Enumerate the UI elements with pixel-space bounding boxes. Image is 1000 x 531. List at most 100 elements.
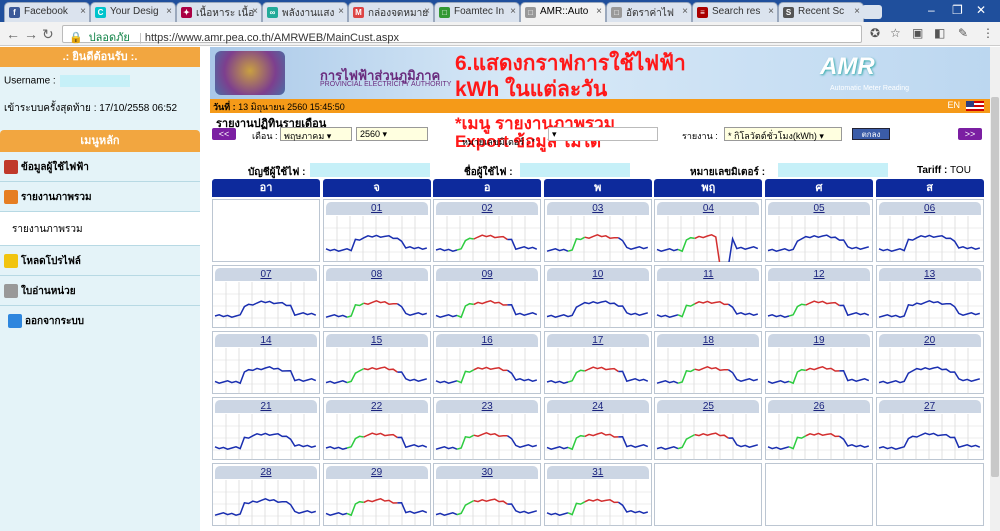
sidebar-item[interactable]: โหลดโปรไฟล์ xyxy=(0,246,200,276)
day-number-link[interactable]: 05 xyxy=(768,202,870,215)
calendar-day-cell[interactable]: 26 xyxy=(765,397,873,460)
extension-icon[interactable]: ◧ xyxy=(934,26,945,40)
close-tab-icon[interactable]: × xyxy=(338,6,344,17)
day-number-link[interactable]: 08 xyxy=(325,268,428,281)
browser-tab[interactable]: □ อัตราค่าไฟ × xyxy=(606,2,692,22)
calendar-day-cell[interactable]: 11 xyxy=(654,265,763,328)
close-tab-icon[interactable]: × xyxy=(424,6,430,17)
scrollbar[interactable] xyxy=(990,47,1000,531)
calendar-day-cell[interactable]: 19 xyxy=(765,331,873,394)
day-number-link[interactable]: 24 xyxy=(546,400,649,413)
close-tab-icon[interactable]: × xyxy=(682,6,688,17)
report-type-select[interactable]: * กิโลวัตต์ชั่วโมง(kWh) ▾ xyxy=(724,127,842,141)
maximize-icon[interactable]: ❐ xyxy=(952,3,963,17)
day-number-link[interactable]: 31 xyxy=(546,466,649,479)
sidebar-item[interactable]: ออกจากระบบ xyxy=(0,306,200,336)
calendar-day-cell[interactable]: 30 xyxy=(433,463,542,526)
browser-tab[interactable]: ∞ พลังงานแสง × xyxy=(262,2,348,22)
day-number-link[interactable]: 20 xyxy=(878,334,981,347)
scrollbar-thumb[interactable] xyxy=(991,97,999,477)
eyedropper-icon[interactable]: ✎ xyxy=(958,26,968,40)
close-tab-icon[interactable]: × xyxy=(854,6,860,17)
day-number-link[interactable]: 29 xyxy=(325,466,428,479)
menu-kebab-icon[interactable]: ⋮ xyxy=(982,26,994,40)
ok-button[interactable]: ตกลง xyxy=(852,128,890,140)
calendar-day-cell[interactable]: 14 xyxy=(212,331,320,394)
sidebar-item[interactable]: รายงานภาพรวม xyxy=(0,182,200,212)
new-tab-button[interactable] xyxy=(862,5,882,19)
day-number-link[interactable]: 11 xyxy=(657,268,760,281)
calendar-day-cell[interactable]: 15 xyxy=(322,331,431,394)
day-number-link[interactable]: 06 xyxy=(878,202,981,215)
minimize-icon[interactable]: – xyxy=(928,3,935,17)
calendar-day-cell[interactable]: 02 xyxy=(433,199,542,262)
calendar-day-cell[interactable]: 29 xyxy=(322,463,431,526)
day-number-link[interactable]: 12 xyxy=(768,268,870,281)
calendar-day-cell[interactable]: 24 xyxy=(543,397,652,460)
day-number-link[interactable]: 10 xyxy=(546,268,649,281)
close-window-icon[interactable]: ✕ xyxy=(976,3,986,17)
calendar-day-cell[interactable]: 28 xyxy=(212,463,320,526)
day-number-link[interactable]: 09 xyxy=(436,268,539,281)
day-number-link[interactable]: 13 xyxy=(878,268,981,281)
calendar-day-cell[interactable]: 04 xyxy=(654,199,763,262)
bookmark-star-icon[interactable]: ☆ xyxy=(890,26,901,40)
browser-tab[interactable]: S Recent Sc × xyxy=(778,2,864,22)
calendar-day-cell[interactable]: 08 xyxy=(322,265,431,328)
day-number-link[interactable]: 28 xyxy=(215,466,317,479)
sidebar-subitem[interactable]: รายงานภาพรวม xyxy=(0,212,200,246)
browser-tab[interactable]: M กล่องจดหมาย × xyxy=(348,2,434,22)
url-input[interactable]: 🔒 ปลอดภัย | https://www.amr.pea.co.th/AMR… xyxy=(62,25,862,44)
meter-select[interactable]: ▾ xyxy=(548,127,658,141)
calendar-day-cell[interactable]: 06 xyxy=(875,199,984,262)
next-month-button[interactable]: >> xyxy=(958,128,982,140)
sidebar-item[interactable]: ข้อมูลผู้ใช้ไฟฟ้า xyxy=(0,152,200,182)
day-number-link[interactable]: 18 xyxy=(657,334,760,347)
calendar-day-cell[interactable]: 10 xyxy=(543,265,652,328)
year-select[interactable]: 2560 ▾ xyxy=(356,127,428,141)
calendar-day-cell[interactable]: 05 xyxy=(765,199,873,262)
calendar-day-cell[interactable]: 01 xyxy=(322,199,431,262)
close-tab-icon[interactable]: × xyxy=(510,6,516,17)
browser-tab[interactable]: □ AMR::Auto × xyxy=(520,2,606,22)
calendar-day-cell[interactable]: 16 xyxy=(433,331,542,394)
day-number-link[interactable]: 27 xyxy=(878,400,981,413)
calendar-day-cell[interactable]: 21 xyxy=(212,397,320,460)
close-tab-icon[interactable]: × xyxy=(80,6,86,17)
calendar-day-cell[interactable]: 27 xyxy=(875,397,984,460)
day-number-link[interactable]: 30 xyxy=(436,466,539,479)
day-number-link[interactable]: 03 xyxy=(546,202,649,215)
calendar-day-cell[interactable]: 23 xyxy=(433,397,542,460)
calendar-day-cell[interactable]: 25 xyxy=(654,397,763,460)
close-tab-icon[interactable]: × xyxy=(768,6,774,17)
extension-icon[interactable]: ✪ xyxy=(870,26,880,40)
day-number-link[interactable]: 26 xyxy=(768,400,870,413)
calendar-day-cell[interactable]: 17 xyxy=(543,331,652,394)
close-tab-icon[interactable]: × xyxy=(252,6,258,17)
month-select[interactable]: พฤษภาคม ▾ xyxy=(280,127,352,141)
day-number-link[interactable]: 25 xyxy=(657,400,760,413)
day-number-link[interactable]: 07 xyxy=(215,268,317,281)
calendar-day-cell[interactable]: 13 xyxy=(875,265,984,328)
day-number-link[interactable]: 14 xyxy=(215,334,317,347)
browser-tab[interactable]: C Your Desig × xyxy=(90,2,176,22)
extension-icon[interactable]: ▣ xyxy=(912,26,923,40)
browser-tab[interactable]: ≡ Search res × xyxy=(692,2,778,22)
us-flag-icon[interactable] xyxy=(966,101,984,111)
day-number-link[interactable]: 04 xyxy=(657,202,760,215)
calendar-day-cell[interactable]: 22 xyxy=(322,397,431,460)
calendar-day-cell[interactable]: 20 xyxy=(875,331,984,394)
reload-icon[interactable]: ↻ xyxy=(42,26,54,43)
prev-month-button[interactable]: << xyxy=(212,128,236,140)
calendar-day-cell[interactable]: 03 xyxy=(543,199,652,262)
back-icon[interactable]: ← xyxy=(6,26,20,42)
calendar-day-cell[interactable]: 18 xyxy=(654,331,763,394)
day-number-link[interactable]: 01 xyxy=(325,202,428,215)
browser-tab[interactable]: f Facebook × xyxy=(4,2,90,22)
day-number-link[interactable]: 16 xyxy=(436,334,539,347)
sidebar-item[interactable]: ใบอ่านหน่วย xyxy=(0,276,200,306)
day-number-link[interactable]: 21 xyxy=(215,400,317,413)
browser-tab[interactable]: □ Foamtec In × xyxy=(434,2,520,22)
day-number-link[interactable]: 17 xyxy=(546,334,649,347)
day-number-link[interactable]: 22 xyxy=(325,400,428,413)
